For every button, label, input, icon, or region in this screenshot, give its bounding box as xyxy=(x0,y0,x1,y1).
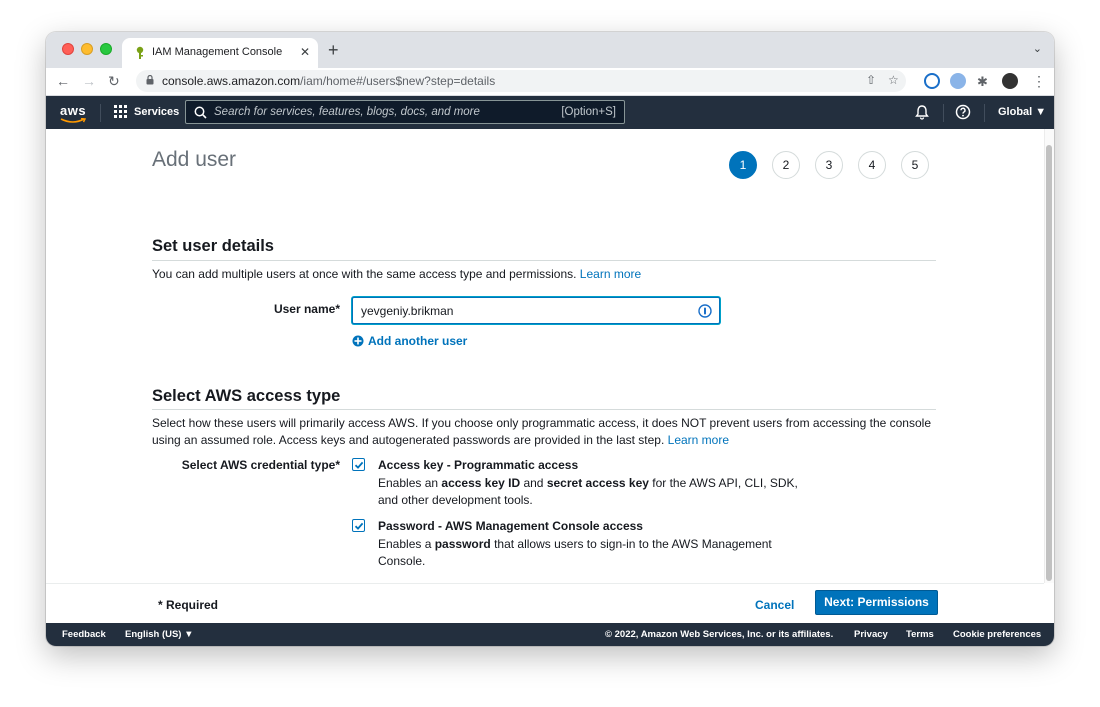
step-1-indicator[interactable]: 1 xyxy=(729,151,757,179)
search-placeholder: Search for services, features, blogs, do… xyxy=(214,106,480,118)
cancel-button[interactable]: Cancel xyxy=(755,598,794,612)
help-question-icon[interactable] xyxy=(955,104,971,120)
search-icon xyxy=(194,106,207,119)
aws-logo[interactable]: aws xyxy=(60,103,86,118)
forward-arrow-icon[interactable]: → xyxy=(82,72,96,90)
main-content: Add user 1 2 3 4 5 Set user details You … xyxy=(46,129,1044,583)
terms-link[interactable]: Terms xyxy=(906,629,934,640)
browser-tab[interactable]: IAM Management Console ✕ xyxy=(122,38,318,68)
user-details-heading: Set user details xyxy=(152,237,274,255)
search-shortcut: [Option+S] xyxy=(561,106,616,118)
section-divider xyxy=(152,260,936,261)
password-manager-field-icon[interactable] xyxy=(698,304,712,318)
reload-icon[interactable]: ↻ xyxy=(108,72,120,90)
access-type-learn-more-link[interactable]: Learn more xyxy=(668,433,729,447)
console-search-input[interactable]: Search for services, features, blogs, do… xyxy=(185,100,625,124)
extension-icon[interactable] xyxy=(950,73,966,89)
section-divider xyxy=(152,409,936,410)
region-selector[interactable]: Global ▼ xyxy=(998,106,1046,118)
password-checkbox[interactable] xyxy=(352,519,365,532)
language-selector[interactable]: English (US) ▼ xyxy=(125,629,194,640)
copyright-text: © 2022, Amazon Web Services, Inc. or its… xyxy=(605,629,834,640)
new-tab-icon[interactable]: + xyxy=(328,40,339,60)
access-key-option-title: Access key - Programmatic access xyxy=(378,458,579,472)
next-permissions-button[interactable]: Next: Permissions xyxy=(815,590,938,615)
close-window-button[interactable] xyxy=(62,43,74,55)
username-input[interactable] xyxy=(352,297,720,324)
checkmark-icon xyxy=(354,522,364,530)
maximize-window-button[interactable] xyxy=(100,43,112,55)
page-title: Add user xyxy=(152,148,237,171)
profile-avatar[interactable] xyxy=(1002,73,1018,89)
tab-strip: IAM Management Console ✕ + ⌄ xyxy=(46,32,1054,68)
user-details-learn-more-link[interactable]: Learn more xyxy=(580,267,641,281)
iam-key-icon xyxy=(136,46,144,59)
credential-type-label: Select AWS credential type* xyxy=(181,458,340,472)
nav-divider xyxy=(984,104,985,122)
step-2-indicator[interactable]: 2 xyxy=(772,151,800,179)
feedback-link[interactable]: Feedback xyxy=(62,629,106,640)
browser-toolbar: ← → ↻ console.aws.amazon.com/iam/home#/u… xyxy=(46,68,1054,96)
step-5-indicator[interactable]: 5 xyxy=(901,151,929,179)
checkmark-icon xyxy=(354,461,364,469)
url-text: console.aws.amazon.com/iam/home#/users$n… xyxy=(162,74,496,88)
access-key-option-description: Enables an access key ID and secret acce… xyxy=(378,476,798,507)
share-icon[interactable]: ⇧ xyxy=(866,73,876,87)
notifications-bell-icon[interactable] xyxy=(914,104,930,120)
required-note: * Required xyxy=(158,598,219,612)
password-manager-extension-icon[interactable] xyxy=(924,73,940,89)
privacy-link[interactable]: Privacy xyxy=(854,629,888,640)
address-bar[interactable]: console.aws.amazon.com/iam/home#/users$n… xyxy=(136,70,906,92)
access-type-heading: Select AWS access type xyxy=(152,387,341,405)
tab-close-icon[interactable]: ✕ xyxy=(300,45,310,59)
minimize-window-button[interactable] xyxy=(81,43,93,55)
console-footer: Feedback English (US) ▼ © 2022, Amazon W… xyxy=(46,623,1054,646)
back-arrow-icon[interactable]: ← xyxy=(56,72,70,90)
tab-search-chevron-icon[interactable]: ⌄ xyxy=(1033,42,1042,55)
password-option-description: Enables a password that allows users to … xyxy=(378,537,772,568)
puzzle-extensions-icon[interactable]: ✱ xyxy=(977,73,988,91)
access-key-checkbox[interactable] xyxy=(352,458,365,471)
username-label: User name* xyxy=(273,302,340,316)
cookie-preferences-link[interactable]: Cookie preferences xyxy=(953,629,1041,640)
step-3-indicator[interactable]: 3 xyxy=(815,151,843,179)
access-type-description: Select how these users will primarily ac… xyxy=(152,416,931,447)
browser-window: IAM Management Console ✕ + ⌄ ← → ↻ conso… xyxy=(46,32,1054,646)
add-another-user-link[interactable]: Add another user xyxy=(368,334,467,348)
browser-menu-icon[interactable]: ⋮ xyxy=(1032,72,1046,90)
services-menu-button[interactable]: Services xyxy=(134,106,179,118)
step-4-indicator[interactable]: 4 xyxy=(858,151,886,179)
page-scrollbar-thumb[interactable] xyxy=(1046,145,1052,581)
services-grid-icon[interactable] xyxy=(114,105,127,118)
password-option-title: Password - AWS Management Console access xyxy=(378,519,643,533)
nav-divider xyxy=(100,104,101,122)
bookmark-star-icon[interactable]: ☆ xyxy=(888,73,899,87)
aws-console-nav: aws Services Search for services, featur… xyxy=(46,96,1054,129)
aws-smile-icon xyxy=(60,118,86,123)
lock-icon xyxy=(146,75,154,85)
tab-title: IAM Management Console xyxy=(152,46,283,58)
nav-divider xyxy=(943,104,944,122)
add-circle-icon[interactable] xyxy=(352,335,364,347)
user-details-description: You can add multiple users at once with … xyxy=(152,267,642,281)
form-actions-bar: * Required Cancel Next: Permissions xyxy=(46,583,1044,623)
